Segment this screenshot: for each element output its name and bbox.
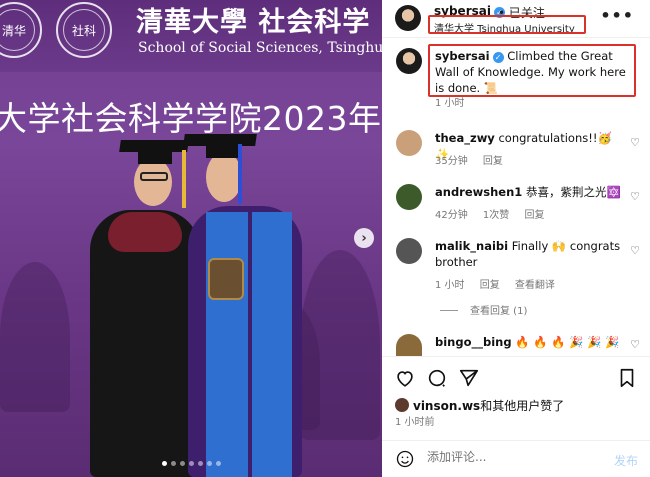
avatar[interactable] [396,334,422,356]
carousel-dot[interactable] [189,461,194,466]
carousel-dot[interactable] [171,461,176,466]
post-side-panel: sybersai ✓ • 已关注 清华大学 Tsinghua University… [382,0,650,477]
emoji-icon[interactable] [395,449,415,469]
heart-icon[interactable] [394,367,416,389]
view-replies-button[interactable]: 查看回复 (1) [440,302,539,317]
bookmark-icon[interactable] [616,367,638,389]
comment-heart-icon[interactable]: ♡ [630,190,640,203]
comment-meta: 1 小时 回复 查看翻译 [435,276,567,291]
post-comment-button[interactable]: 发布 [614,452,638,469]
post-time: 1 小时前 [395,417,435,428]
post-header: sybersai ✓ • 已关注 清华大学 Tsinghua University… [382,0,650,38]
comment-meta: 35分钟 回复 [435,152,515,167]
comment-heart-icon[interactable]: ♡ [630,136,640,149]
comment-input[interactable] [427,450,597,464]
reply-button[interactable]: 回复 [480,280,500,291]
add-comment-bar: 发布 [382,440,650,477]
award-plaque [208,258,244,300]
share-icon[interactable] [458,367,480,389]
carousel-dot[interactable] [216,461,221,466]
reply-button[interactable]: 回复 [524,210,544,221]
carousel-dot[interactable] [198,461,203,466]
comment-text: bingo__bing 🔥 🔥 🔥 🎉 🎉 🎉 [435,335,620,349]
translate-button[interactable]: 查看翻译 [515,280,555,291]
comment-text: malik_naibi Finally 🙌 congrats brother [435,239,621,269]
caption-time: 1 小时 [435,98,465,109]
comment-meta: 42分钟 1次赞 回复 [435,206,556,221]
avatar [395,398,409,412]
post-photo[interactable]: 清华 社科 清華大學 社会科学 School of Social Science… [0,0,382,477]
more-icon[interactable]: ••• [600,6,634,25]
carousel-indicator [162,461,221,466]
liked-by-username[interactable]: vinson.ws [413,399,480,413]
carousel-dot[interactable] [162,461,167,466]
comment-username[interactable]: malik_naibi [435,239,508,253]
school-seal-right: 社科 [56,2,112,58]
comment-time: 1 小时 [435,280,465,291]
highlight-box-location [428,15,586,34]
avatar[interactable] [396,130,422,156]
comment-username[interactable]: bingo__bing [435,335,512,349]
school-name-chinese: 清華大學 社会科学 [136,7,371,38]
comment-icon[interactable] [426,367,448,389]
carousel-dot[interactable] [207,461,212,466]
background-figure [300,250,380,440]
comment-username[interactable]: thea_zwy [435,131,495,145]
avatar[interactable] [396,48,422,74]
comment-time: 35分钟 [435,156,468,167]
comment-username[interactable]: andrewshen1 [435,185,522,199]
comment-heart-icon[interactable]: ♡ [630,244,640,257]
reply-button[interactable]: 回复 [483,156,503,167]
comment-like-count[interactable]: 1次赞 [483,210,509,221]
comment-time: 42分钟 [435,210,468,221]
background-figure [0,262,70,412]
post-actions: vinson.ws和其他用户赞了 1 小时前 [382,356,650,448]
comment-heart-icon[interactable]: ♡ [630,338,640,351]
ceremony-banner-text: 大学社会科学学院2023年毕 [0,99,382,138]
avatar[interactable] [396,184,422,210]
avatar[interactable] [396,238,422,264]
likes-summary[interactable]: vinson.ws和其他用户赞了 [395,397,564,414]
school-name-english: School of Social Sciences, Tsinghua U [138,40,382,56]
carousel-next-button[interactable]: › [354,228,374,248]
highlight-box-caption [428,44,636,97]
comment-text: andrewshen1 恭喜，紫荆之光🔯 [435,185,621,199]
carousel-dot[interactable] [180,461,185,466]
avatar[interactable] [395,5,421,31]
